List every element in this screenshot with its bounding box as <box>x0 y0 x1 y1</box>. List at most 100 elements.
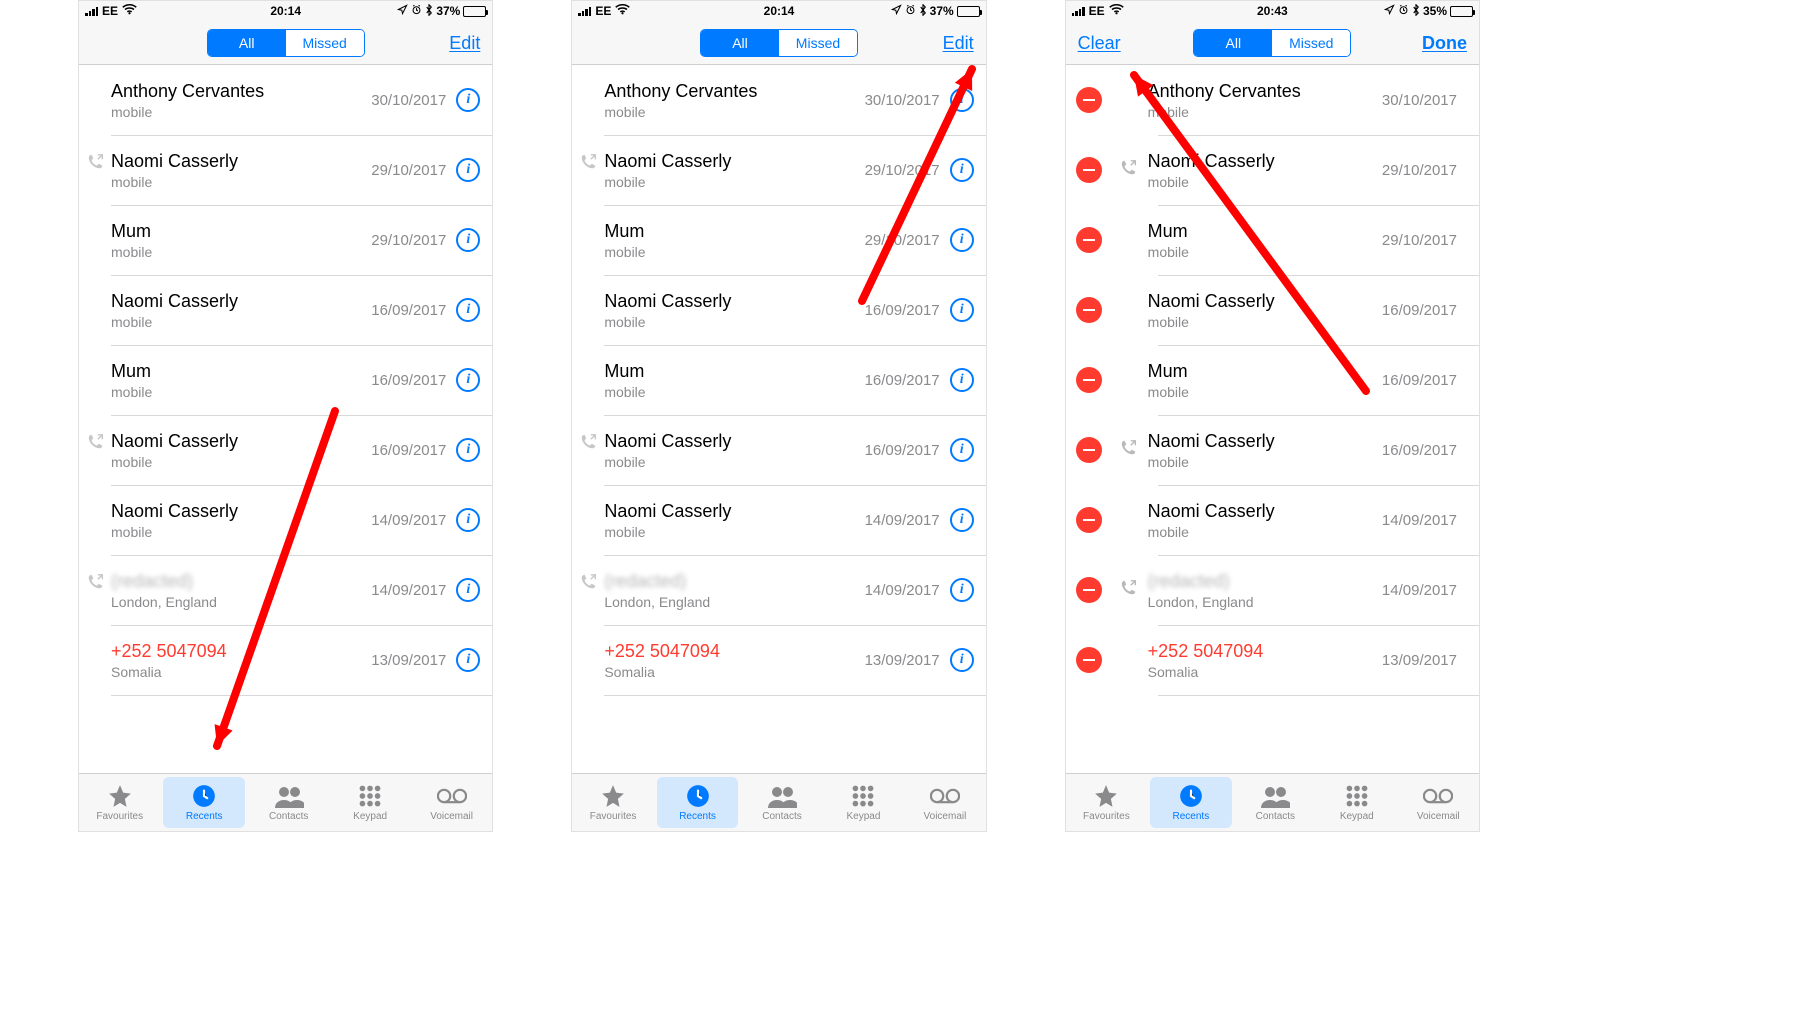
segment-all[interactable]: All <box>701 30 779 56</box>
tab-favourites[interactable]: Favourites <box>79 774 160 831</box>
call-row[interactable]: Anthony Cervantes mobile 30/10/2017 <box>1066 65 1479 135</box>
delete-row-button[interactable] <box>1076 577 1102 603</box>
phone-screen: EE 20:14 37% All Missed Edit Anthony Cer… <box>78 0 493 832</box>
tab-recents[interactable]: Recents <box>657 777 738 828</box>
star-icon <box>105 783 135 809</box>
delete-row-button[interactable] <box>1076 367 1102 393</box>
call-row[interactable]: (redacted) London, England 14/09/2017 <box>572 555 985 625</box>
segment-missed[interactable]: Missed <box>286 30 364 56</box>
clear-button[interactable]: Clear <box>1066 21 1133 65</box>
call-row[interactable]: (redacted) London, England 14/09/2017 <box>79 555 492 625</box>
tab-favourites[interactable]: Favourites <box>1066 774 1147 831</box>
call-row[interactable]: Naomi Casserly mobile 14/09/2017 <box>1066 485 1479 555</box>
edit-button[interactable]: Edit <box>437 21 492 65</box>
info-button[interactable] <box>456 368 480 392</box>
call-subtitle: mobile <box>604 524 864 540</box>
call-date: 29/10/2017 <box>371 232 446 249</box>
call-row[interactable]: Naomi Casserly mobile 16/09/2017 <box>1066 415 1479 485</box>
info-button[interactable] <box>950 508 974 532</box>
call-row[interactable]: Naomi Casserly mobile 14/09/2017 <box>79 485 492 555</box>
tab-contacts[interactable]: Contacts <box>741 774 822 831</box>
info-button[interactable] <box>456 438 480 462</box>
info-button[interactable] <box>950 228 974 252</box>
delete-row-button[interactable] <box>1076 647 1102 673</box>
call-row[interactable]: Mum mobile 29/10/2017 <box>1066 205 1479 275</box>
delete-row-button[interactable] <box>1076 297 1102 323</box>
segmented-control[interactable]: All Missed <box>207 29 365 57</box>
info-button[interactable] <box>950 88 974 112</box>
delete-row-button[interactable] <box>1076 437 1102 463</box>
tab-voicemail[interactable]: Voicemail <box>411 774 492 831</box>
info-button[interactable] <box>456 298 480 322</box>
call-date: 30/10/2017 <box>1382 92 1457 109</box>
tab-favourites[interactable]: Favourites <box>572 774 653 831</box>
call-row[interactable]: Mum mobile 29/10/2017 <box>79 205 492 275</box>
tab-keypad[interactable]: Keypad <box>329 774 410 831</box>
tab-keypad[interactable]: Keypad <box>1316 774 1397 831</box>
call-row[interactable]: Naomi Casserly mobile 29/10/2017 <box>79 135 492 205</box>
star-icon <box>1091 783 1121 809</box>
tab-contacts[interactable]: Contacts <box>248 774 329 831</box>
call-name: Naomi Casserly <box>604 151 864 172</box>
call-row[interactable]: +252 5047094 Somalia 13/09/2017 <box>1066 625 1479 695</box>
call-row[interactable]: Mum mobile 16/09/2017 <box>1066 345 1479 415</box>
delete-row-button[interactable] <box>1076 87 1102 113</box>
info-button[interactable] <box>456 578 480 602</box>
tab-recents[interactable]: Recents <box>163 777 244 828</box>
done-button[interactable]: Done <box>1410 21 1479 65</box>
segment-all[interactable]: All <box>208 30 286 56</box>
call-row[interactable]: Naomi Casserly mobile 16/09/2017 <box>572 415 985 485</box>
call-row[interactable]: Naomi Casserly mobile 29/10/2017 <box>1066 135 1479 205</box>
wifi-icon <box>615 4 630 18</box>
info-button[interactable] <box>950 368 974 392</box>
tab-voicemail[interactable]: Voicemail <box>904 774 985 831</box>
info-button[interactable] <box>950 298 974 322</box>
call-row[interactable]: Naomi Casserly mobile 14/09/2017 <box>572 485 985 555</box>
call-row[interactable]: Naomi Casserly mobile 16/09/2017 <box>79 415 492 485</box>
call-row[interactable]: Naomi Casserly mobile 16/09/2017 <box>1066 275 1479 345</box>
info-button[interactable] <box>950 648 974 672</box>
info-button[interactable] <box>456 228 480 252</box>
call-row[interactable]: Anthony Cervantes mobile 30/10/2017 <box>572 65 985 135</box>
segment-missed[interactable]: Missed <box>779 30 857 56</box>
info-button[interactable] <box>950 438 974 462</box>
call-name: Naomi Casserly <box>1148 431 1382 452</box>
segment-all[interactable]: All <box>1194 30 1272 56</box>
delete-row-button[interactable] <box>1076 227 1102 253</box>
call-row[interactable]: Mum mobile 29/10/2017 <box>572 205 985 275</box>
info-button[interactable] <box>456 508 480 532</box>
call-row[interactable]: +252 5047094 Somalia 13/09/2017 <box>572 625 985 695</box>
info-button[interactable] <box>456 158 480 182</box>
recents-list[interactable]: Anthony Cervantes mobile 30/10/2017 Naom… <box>572 65 985 773</box>
tab-voicemail[interactable]: Voicemail <box>1398 774 1479 831</box>
segmented-control[interactable]: All Missed <box>1193 29 1351 57</box>
call-row[interactable]: +252 5047094 Somalia 13/09/2017 <box>79 625 492 695</box>
recents-list[interactable]: Anthony Cervantes mobile 30/10/2017 Naom… <box>79 65 492 773</box>
call-name: (redacted) <box>111 571 371 592</box>
delete-row-button[interactable] <box>1076 157 1102 183</box>
call-row[interactable]: Naomi Casserly mobile 16/09/2017 <box>79 275 492 345</box>
call-row[interactable]: (redacted) London, England 14/09/2017 <box>1066 555 1479 625</box>
info-button[interactable] <box>950 578 974 602</box>
call-row[interactable]: Mum mobile 16/09/2017 <box>79 345 492 415</box>
info-button[interactable] <box>950 158 974 182</box>
call-row[interactable]: Anthony Cervantes mobile 30/10/2017 <box>79 65 492 135</box>
tab-contacts[interactable]: Contacts <box>1235 774 1316 831</box>
delete-row-button[interactable] <box>1076 507 1102 533</box>
call-row[interactable]: Naomi Casserly mobile 16/09/2017 <box>572 275 985 345</box>
edit-button[interactable]: Edit <box>931 21 986 65</box>
segment-missed[interactable]: Missed <box>1272 30 1350 56</box>
tab-recents[interactable]: Recents <box>1150 777 1231 828</box>
call-date: 16/09/2017 <box>1382 442 1457 459</box>
contacts-icon <box>274 783 304 809</box>
call-row[interactable]: Naomi Casserly mobile 29/10/2017 <box>572 135 985 205</box>
call-row[interactable]: Mum mobile 16/09/2017 <box>572 345 985 415</box>
info-button[interactable] <box>456 88 480 112</box>
call-subtitle: mobile <box>604 244 864 260</box>
recents-list[interactable]: Anthony Cervantes mobile 30/10/2017 Naom… <box>1066 65 1479 773</box>
segmented-control[interactable]: All Missed <box>700 29 858 57</box>
info-button[interactable] <box>456 648 480 672</box>
tab-keypad[interactable]: Keypad <box>823 774 904 831</box>
tab-label: Voicemail <box>1417 811 1460 822</box>
nav-bar: All Missed Edit <box>79 21 492 65</box>
